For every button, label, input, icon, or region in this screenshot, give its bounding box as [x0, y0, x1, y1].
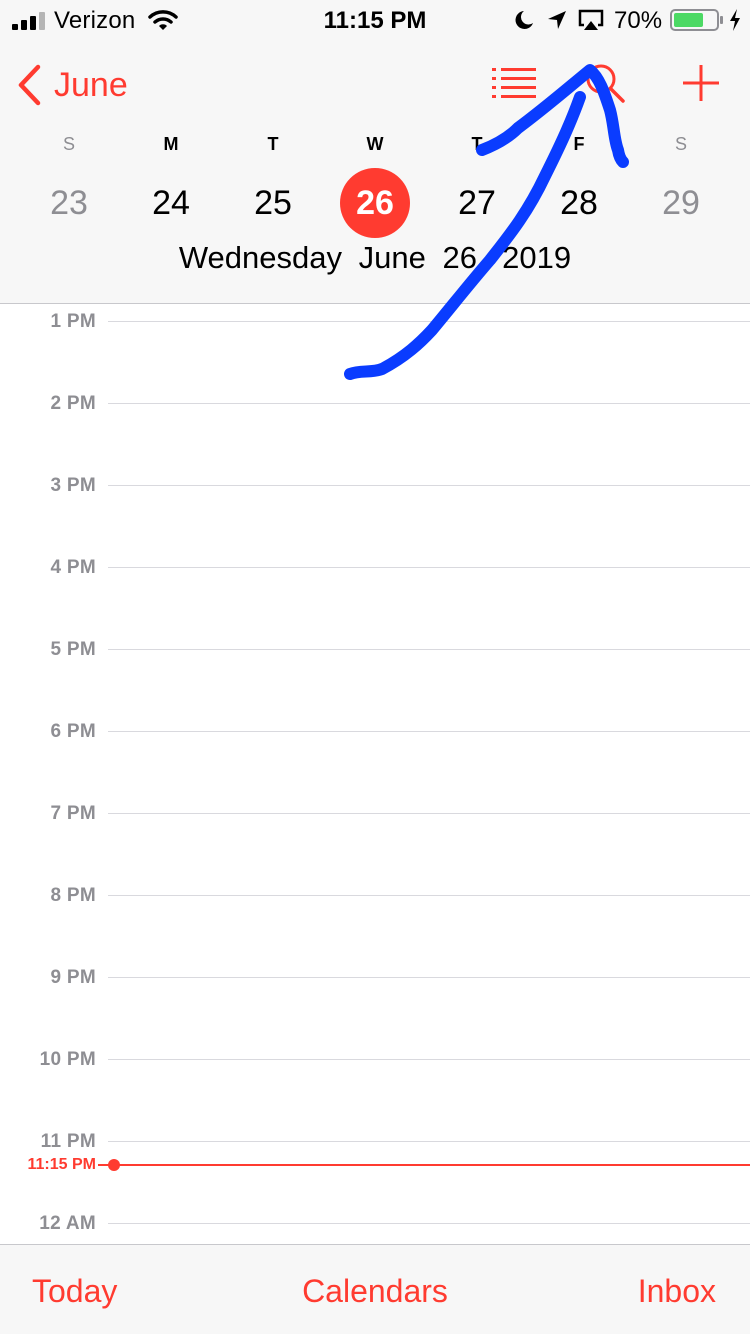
hour-row: 12 AM — [0, 1214, 750, 1234]
hour-divider — [108, 649, 750, 650]
hour-divider — [108, 485, 750, 486]
day-of-week-label: F — [573, 134, 585, 154]
day-number: 27 — [458, 184, 496, 222]
hour-label: 11 PM — [40, 1131, 96, 1152]
hour-label: 2 PM — [50, 393, 96, 414]
day-number: 24 — [152, 184, 190, 222]
hour-label: 9 PM — [50, 967, 96, 988]
day-number: 28 — [560, 184, 598, 222]
hour-row: 9 PM — [0, 968, 750, 988]
hour-row: 10 PM — [0, 1050, 750, 1070]
day-thursday[interactable]: T 27 — [426, 130, 528, 238]
hour-row: 5 PM — [0, 640, 750, 660]
day-saturday[interactable]: S 29 — [630, 130, 732, 238]
chevron-left-icon — [18, 64, 41, 106]
list-icon[interactable] — [490, 66, 538, 100]
hour-label: 10 PM — [39, 1049, 96, 1070]
hour-label: 6 PM — [50, 721, 96, 742]
day-tuesday[interactable]: T 25 — [222, 130, 324, 238]
hour-label: 7 PM — [50, 803, 96, 824]
hour-row: 1 PM — [0, 312, 750, 332]
hour-row: 3 PM — [0, 476, 750, 496]
hour-divider — [108, 895, 750, 896]
search-icon[interactable] — [584, 62, 626, 104]
day-of-week-label: T — [267, 134, 279, 154]
hour-row: 6 PM — [0, 722, 750, 742]
current-time-line — [98, 1164, 750, 1166]
day-wednesday-selected[interactable]: W 26 — [324, 130, 426, 238]
hour-divider — [108, 1059, 750, 1060]
hour-divider — [108, 1223, 750, 1224]
day-number: 29 — [662, 184, 700, 222]
current-time-dot — [108, 1159, 120, 1171]
inbox-button[interactable]: Inbox — [638, 1273, 716, 1310]
battery-percent: 70% — [614, 7, 663, 34]
selected-day-number: 26 — [340, 168, 410, 238]
current-time-label: 11:15 PM — [27, 1156, 96, 1173]
hour-label: 3 PM — [50, 475, 96, 496]
hour-label: 1 PM — [50, 311, 96, 332]
airplay-icon — [578, 9, 604, 30]
current-time-indicator: 11:15 PM — [0, 1154, 750, 1176]
back-button-label: June — [54, 65, 128, 104]
plus-icon[interactable] — [680, 62, 722, 104]
charging-icon — [730, 9, 740, 31]
day-of-week-label: T — [471, 134, 483, 154]
day-number: 23 — [50, 184, 88, 222]
day-timeline[interactable]: 1 PM 2 PM 3 PM 4 PM 5 PM 6 PM 7 PM 8 PM … — [0, 304, 750, 1244]
day-monday[interactable]: M 24 — [120, 130, 222, 238]
tab-bar: Today Calendars Inbox — [0, 1244, 750, 1334]
day-of-week-label: W — [366, 134, 384, 154]
battery-icon — [670, 9, 723, 31]
hour-divider — [108, 567, 750, 568]
hour-divider — [108, 731, 750, 732]
hour-divider — [108, 403, 750, 404]
hour-row: 4 PM — [0, 558, 750, 578]
day-of-week-label: S — [62, 134, 75, 154]
status-bar: Verizon 11:15 PM 70% — [0, 0, 750, 40]
hour-label: 8 PM — [50, 885, 96, 906]
day-of-week-label: M — [163, 134, 179, 154]
day-sunday[interactable]: S 23 — [18, 130, 120, 238]
hour-label: 5 PM — [50, 639, 96, 660]
location-icon — [548, 11, 566, 29]
header: Verizon 11:15 PM 70% June S 23 M 24 T 25… — [0, 0, 750, 304]
hour-label: 12 AM — [39, 1213, 96, 1234]
day-of-week-label: S — [674, 134, 687, 154]
hour-row: 11 PM — [0, 1132, 750, 1152]
hour-row: 7 PM — [0, 804, 750, 824]
selected-date-title: Wednesday June 26, 2019 — [178, 240, 572, 275]
hour-divider — [108, 1141, 750, 1142]
hour-row: 8 PM — [0, 886, 750, 906]
day-number: 25 — [254, 184, 292, 222]
hour-divider — [108, 813, 750, 814]
moon-icon — [515, 11, 533, 29]
hour-divider — [108, 977, 750, 978]
hour-divider — [108, 321, 750, 322]
hour-label: 4 PM — [50, 557, 96, 578]
back-to-month-button[interactable]: June — [16, 62, 128, 108]
hour-row: 2 PM — [0, 394, 750, 414]
day-friday[interactable]: F 28 — [528, 130, 630, 238]
